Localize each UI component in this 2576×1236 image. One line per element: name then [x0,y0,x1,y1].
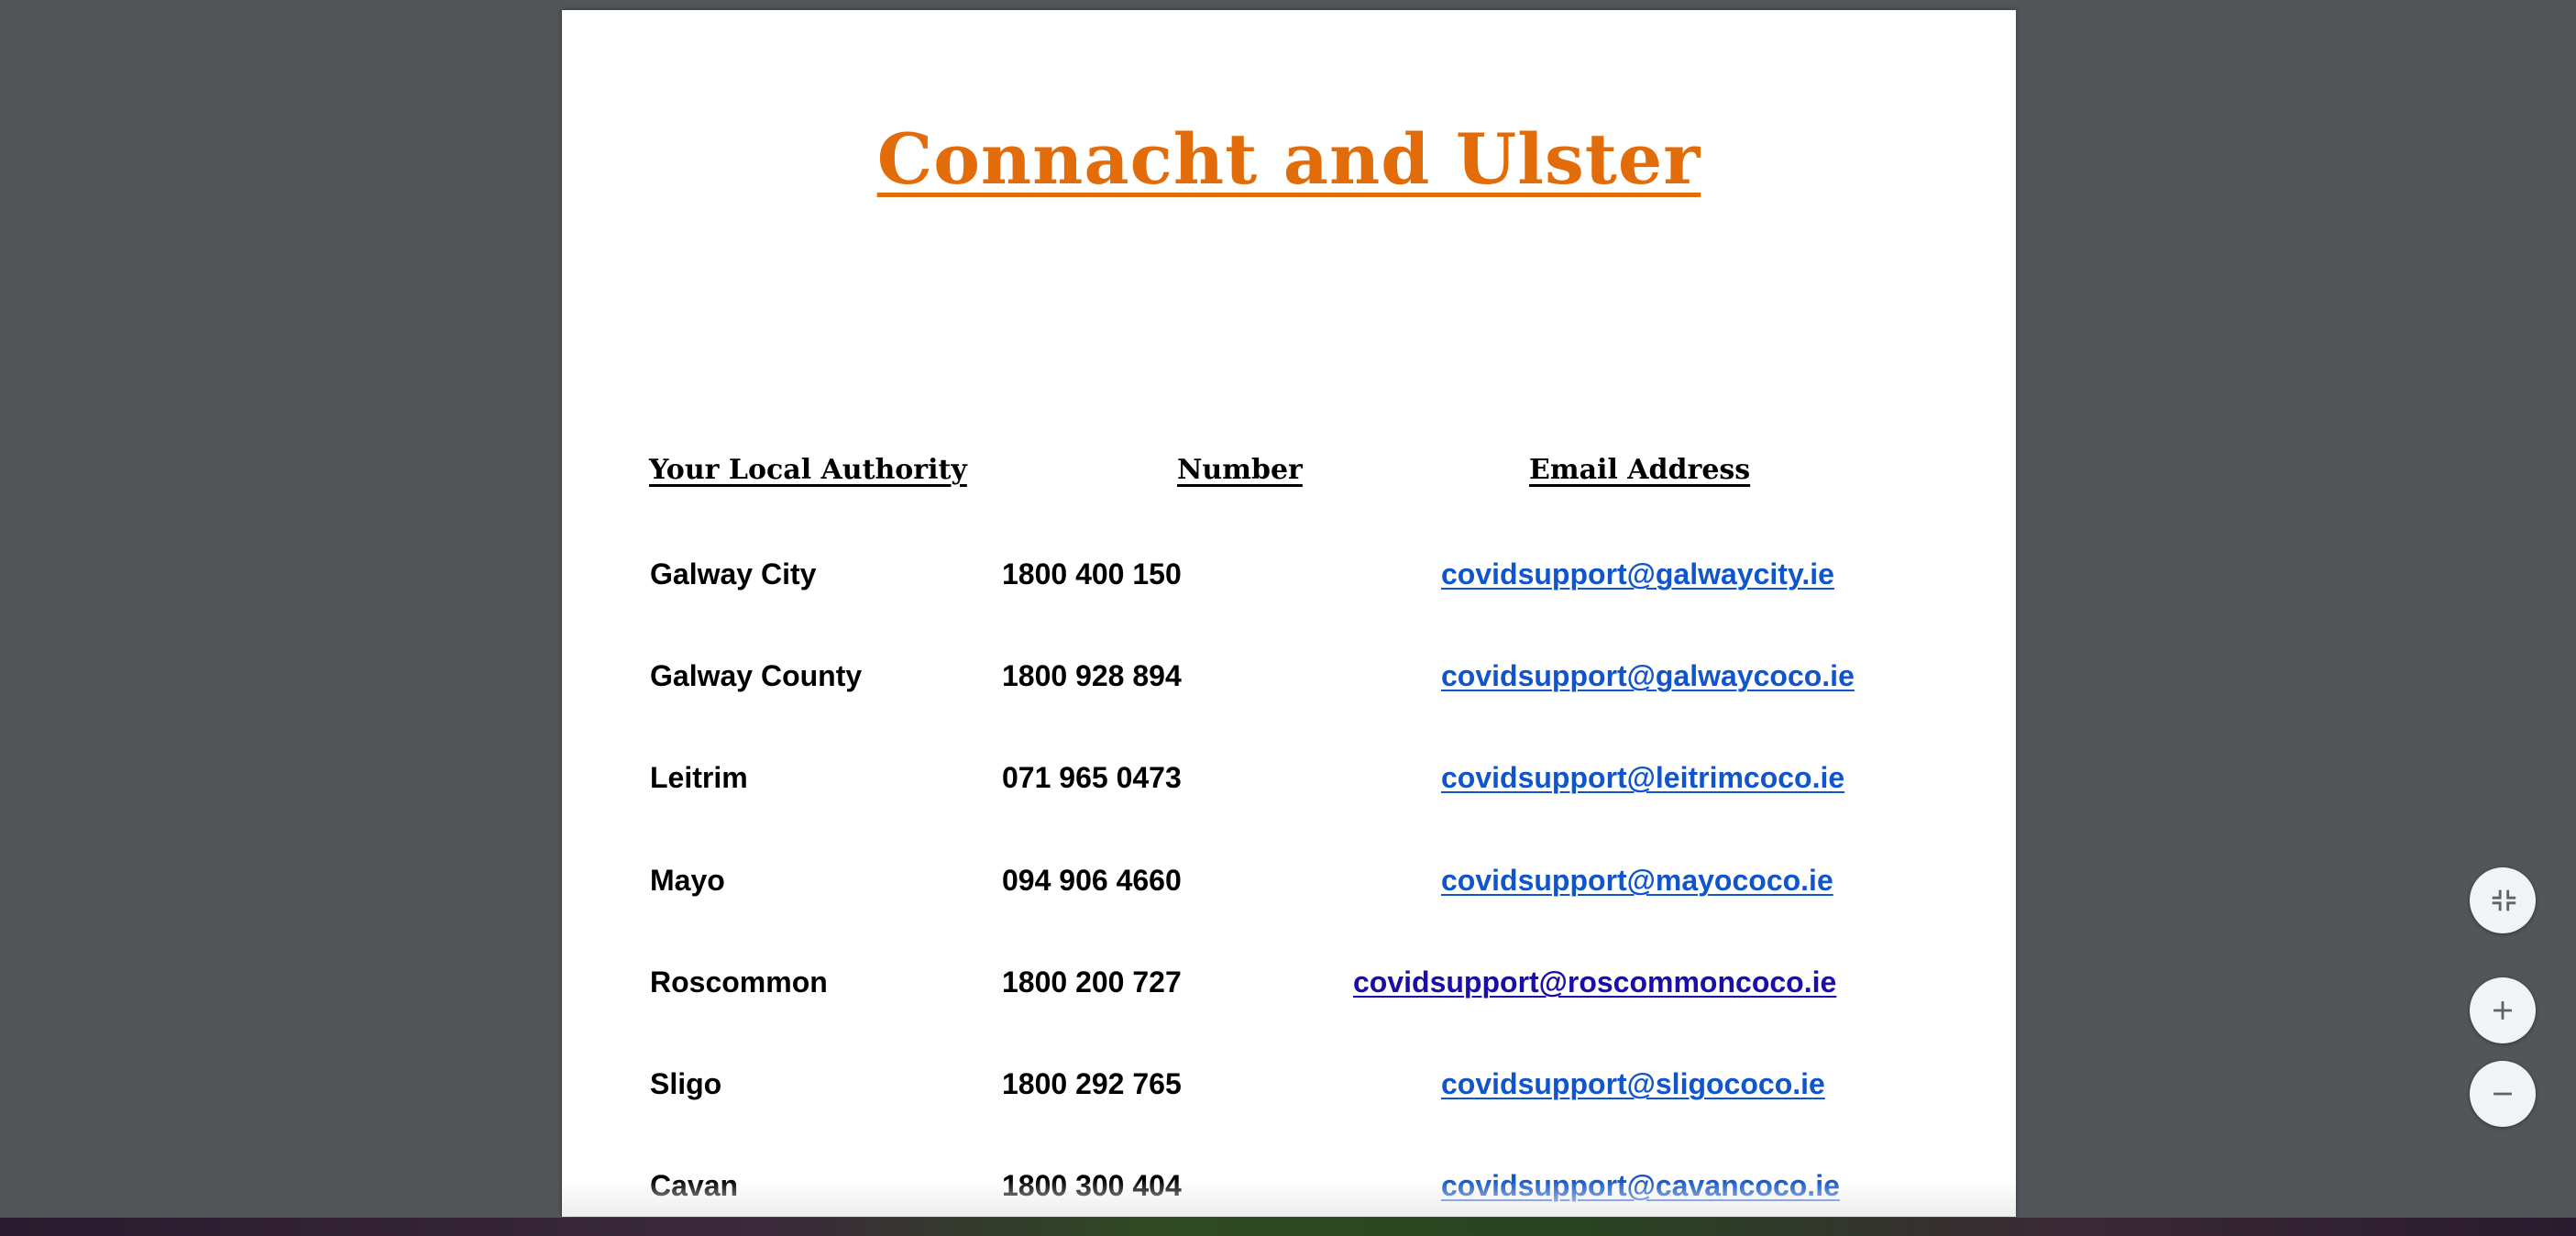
document-page: Connacht and Ulster Your Local Authority… [562,10,2016,1217]
column-header-authority: Your Local Authority [649,454,967,486]
phone-number: 1800 928 894 [1002,659,1182,692]
authority-name: Galway County [650,659,863,692]
table-row: Roscommon 1800 200 727 covidsupport@rosc… [562,966,2016,1021]
email-link[interactable]: covidsupport@galwaycoco.ie [1441,659,1855,693]
email-link[interactable]: covidsupport@galwaycity.ie [1441,557,1834,591]
pdf-viewer: Connacht and Ulster Your Local Authority… [0,0,2576,1236]
zoom-out-button[interactable] [2470,1061,2536,1127]
table-row: Mayo 094 906 4660 covidsupport@mayococo.… [562,864,2016,919]
table-row: Sligo 1800 292 765 covidsupport@sligococ… [562,1067,2016,1122]
taskbar-strip [0,1218,2576,1236]
plus-icon [2493,1001,2512,1020]
minus-icon [2493,1092,2512,1096]
table-row: Galway County 1800 928 894 covidsupport@… [562,659,2016,714]
authority-name: Sligo [650,1067,722,1100]
email-link[interactable]: covidsupport@mayococo.ie [1441,864,1833,898]
fit-to-page-icon [2492,889,2516,911]
email-link[interactable]: covidsupport@sligococo.ie [1441,1067,1825,1101]
phone-number: 1800 200 727 [1002,966,1182,999]
phone-number: 094 906 4660 [1002,864,1182,897]
authority-name: Galway City [650,557,817,590]
column-header-number: Number [1177,454,1303,486]
page-bottom-fade [562,1180,2016,1217]
fit-to-page-button[interactable] [2470,867,2536,933]
phone-number: 071 965 0473 [1002,761,1182,794]
page-title: Connacht and Ulster [876,118,1701,200]
zoom-in-button[interactable] [2470,977,2536,1043]
authority-name: Leitrim [650,761,748,794]
authority-name: Roscommon [650,966,828,999]
authority-name: Mayo [650,864,725,897]
table-row: Leitrim 071 965 0473 covidsupport@leitri… [562,761,2016,816]
phone-number: 1800 400 150 [1002,557,1182,590]
email-link[interactable]: covidsupport@leitrimcoco.ie [1441,761,1844,795]
column-header-email: Email Address [1529,454,1751,486]
phone-number: 1800 292 765 [1002,1067,1182,1100]
table-row: Galway City 1800 400 150 covidsupport@ga… [562,557,2016,612]
email-link[interactable]: covidsupport@roscommoncoco.ie [1353,966,1836,999]
